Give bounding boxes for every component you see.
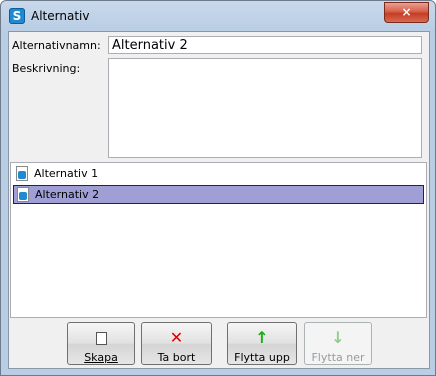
alternative-item-icon (17, 187, 29, 202)
list-item-label: Alternativ 2 (35, 188, 100, 201)
dialog-content: Alternativnamn: Alternativ 2 Beskrivning… (8, 31, 430, 369)
description-textarea[interactable] (108, 58, 422, 158)
green-up-arrow-icon: ↑ (255, 328, 269, 347)
alternatives-list[interactable]: Alternativ 1 Alternativ 2 (10, 162, 427, 318)
name-label: Alternativnamn: (12, 39, 101, 52)
move-down-button-label: Flytta ner (311, 351, 365, 364)
new-document-icon (68, 328, 134, 348)
window-title: Alternativ (31, 9, 90, 23)
move-up-button-label: Flytta upp (234, 351, 290, 364)
move-down-button: ↓ Flytta ner (304, 322, 372, 365)
create-button[interactable]: Skapa (67, 322, 135, 365)
move-up-button[interactable]: ↑ Flytta upp (227, 322, 297, 365)
close-button[interactable]: × (384, 2, 429, 23)
green-down-arrow-icon: ↓ (331, 328, 345, 347)
action-toolbar: Skapa ✕ Ta bort ↑ Flytta upp ↓ Flytta ne… (10, 320, 427, 366)
dialog-window: S Alternativ × Alternativnamn: Alternati… (0, 0, 436, 376)
list-item-alternativ-2[interactable]: Alternativ 2 (13, 185, 424, 204)
app-logo-icon: S (9, 8, 25, 24)
alternative-item-icon (16, 166, 28, 181)
list-item-label: Alternativ 1 (34, 167, 99, 180)
red-x-icon: ✕ (169, 328, 184, 347)
delete-button[interactable]: ✕ Ta bort (141, 322, 212, 365)
delete-button-label: Ta bort (157, 351, 196, 364)
title-bar[interactable]: S Alternativ × (1, 1, 435, 31)
list-item-alternativ-1[interactable]: Alternativ 1 (13, 165, 424, 184)
alternative-name-input[interactable]: Alternativ 2 (108, 36, 422, 54)
description-label: Beskrivning: (12, 62, 81, 75)
create-button-label: Skapa (84, 351, 118, 364)
